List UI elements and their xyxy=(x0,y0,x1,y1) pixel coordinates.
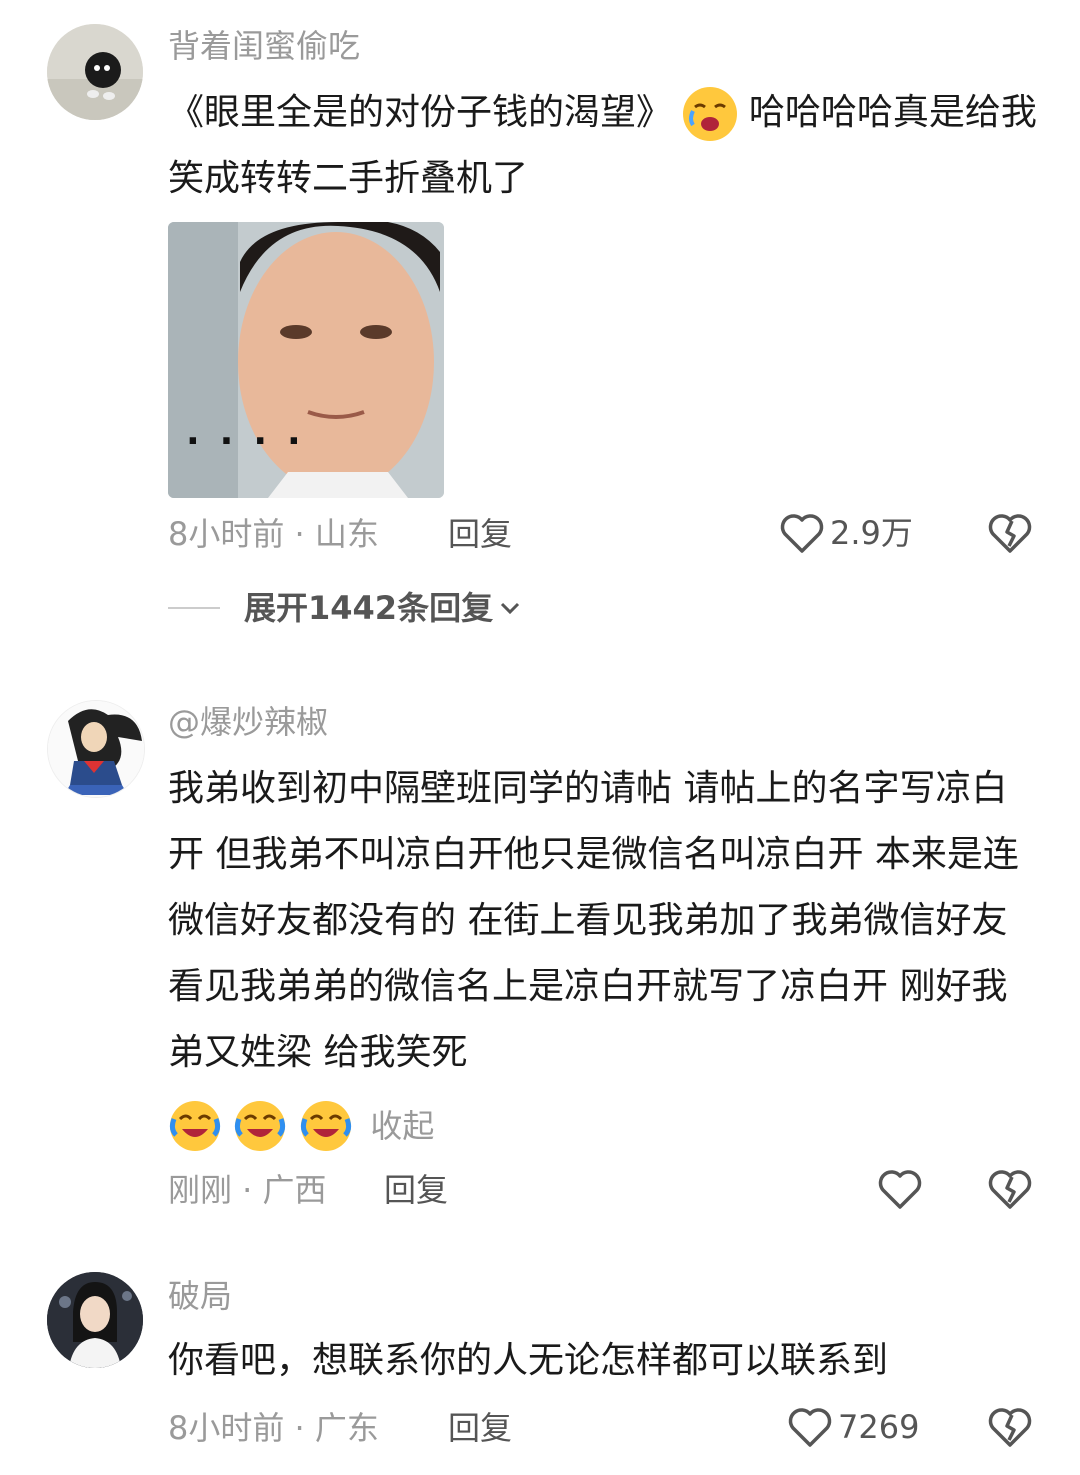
like-count: 7269 xyxy=(838,1408,920,1446)
reply-button[interactable]: 回复 xyxy=(448,1408,512,1448)
username[interactable]: 破局 xyxy=(168,1276,232,1316)
avatar[interactable] xyxy=(47,1272,143,1368)
heart-outline-icon xyxy=(788,1408,832,1447)
broken-heart-icon xyxy=(988,1408,1032,1447)
avatar-image xyxy=(47,1272,143,1368)
comment-text: 你看吧，想联系你的人无论怎样都可以联系到 xyxy=(168,1340,889,1381)
like-button[interactable]: 7269 xyxy=(788,1406,919,1448)
comment-meta: 8小时前 · 广东 xyxy=(168,1409,379,1447)
dislike-button[interactable] xyxy=(988,1406,1032,1452)
comment-3: 破局 你看吧，想联系你的人无论怎样都可以联系到 8小时前 · 广东 回复 726… xyxy=(0,0,1080,1475)
